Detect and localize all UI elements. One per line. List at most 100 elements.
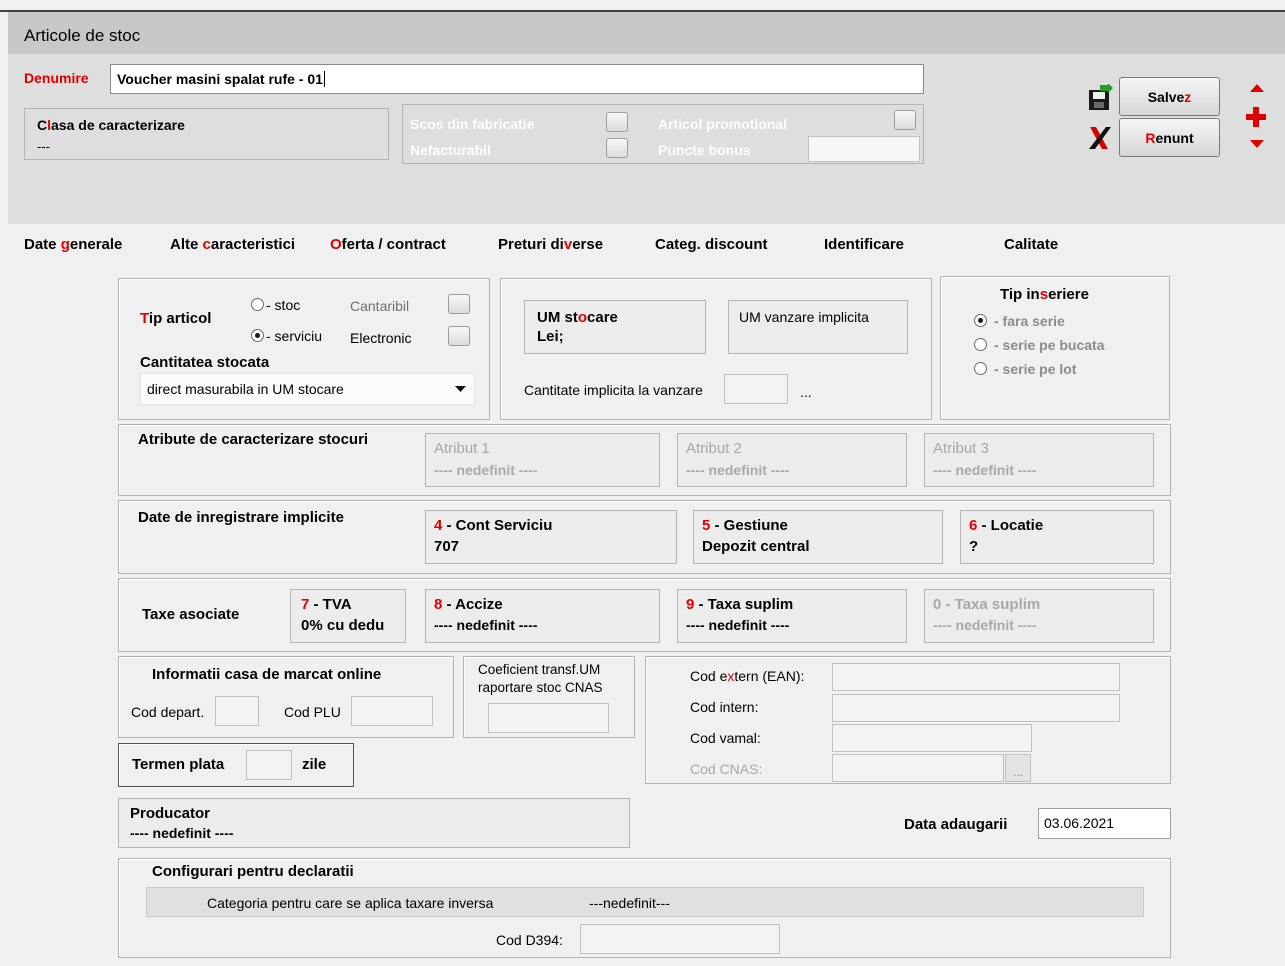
nefacturabil-checkbox[interactable] xyxy=(606,138,628,158)
cont-serviciu-box[interactable]: 4 - Cont Serviciu 707 xyxy=(425,510,677,564)
tab-categ-discount[interactable]: Categ. discount xyxy=(655,236,768,253)
gestiune-label: 5 - Gestiune xyxy=(702,517,788,534)
clasa-box[interactable]: Clasa de caracterizare --- xyxy=(24,108,389,160)
tab-alte-caracteristici[interactable]: Alte caracteristici xyxy=(170,236,295,253)
accize-label: 8 - Accize xyxy=(434,596,503,613)
cod-cnas-input[interactable] xyxy=(832,754,1004,782)
termen-unit: zile xyxy=(302,756,327,773)
termen-label: Termen plata xyxy=(132,756,225,773)
arrow-up-icon[interactable] xyxy=(1248,82,1266,94)
gestiune-value: Depozit central xyxy=(702,538,810,555)
denumire-label: Denumire xyxy=(24,70,89,86)
categoria-value: ---nedefinit--- xyxy=(589,895,670,911)
cod-extern-input[interactable] xyxy=(832,663,1120,691)
cod-cnas-label: Cod CNAS: xyxy=(690,761,763,777)
articol-promotional-checkbox[interactable] xyxy=(894,110,916,130)
taxa-suplim-0-box[interactable]: 0 - Taxa suplim ---- nedefinit ---- xyxy=(924,589,1154,643)
nefacturabil-label: Nefacturabil xyxy=(410,142,491,158)
denumire-input[interactable]: Voucher masini spalat rufe - 01 xyxy=(110,64,924,94)
puncte-bonus-input[interactable] xyxy=(808,136,920,162)
save-button[interactable]: Salve z xyxy=(1119,77,1220,116)
tab-calitate[interactable]: Calitate xyxy=(1004,236,1058,253)
categoria-label: Categoria pentru care se aplica taxare i… xyxy=(207,895,494,911)
cod-intern-label: Cod intern: xyxy=(690,699,759,715)
radio-stoc[interactable] xyxy=(251,298,264,311)
scos-checkbox[interactable] xyxy=(606,112,628,132)
um-vanzare-box[interactable]: UM vanzare implicita xyxy=(728,300,908,354)
coeficient-label-2: raportare stoc CNAS xyxy=(478,680,603,695)
um-stocare-box[interactable]: UM stocare Lei; xyxy=(524,300,706,354)
cod-plu-label: Cod PLU xyxy=(284,704,341,720)
radio-serie-pe-bucata[interactable] xyxy=(974,338,987,351)
atribut-1-label: Atribut 1 xyxy=(434,440,490,457)
tip-inseriere-title: Tip inseriere xyxy=(1000,286,1089,303)
radio-fara-serie-label: - fara serie xyxy=(994,313,1065,329)
dropdown-arrow-icon xyxy=(455,386,466,392)
atribut-1-value: ---- nedefinit ---- xyxy=(434,462,538,478)
cantaribil-checkbox[interactable] xyxy=(448,294,470,314)
um-vanzare-label: UM vanzare implicita xyxy=(739,309,869,325)
producator-label: Producator xyxy=(130,805,211,822)
cancel-button[interactable]: Renunt xyxy=(1119,118,1220,157)
cod-depart-input[interactable] xyxy=(215,696,259,726)
radio-fara-serie[interactable] xyxy=(974,314,987,327)
tip-articol-label: Tip articol xyxy=(140,310,212,327)
atribut-3[interactable]: Atribut 3 ---- nedefinit ---- xyxy=(924,433,1154,487)
cod-extern-label: Cod extern (EAN): xyxy=(690,668,805,684)
taxa-suplim-9-box[interactable]: 9 - Taxa suplim ---- nedefinit ---- xyxy=(677,589,907,643)
electronic-label: Electronic xyxy=(350,330,412,346)
atribut-2[interactable]: Atribut 2 ---- nedefinit ---- xyxy=(677,433,907,487)
declaratii-title: Configurari pentru declaratii xyxy=(152,863,354,880)
clasa-value: --- xyxy=(37,139,50,154)
tva-value: 0% cu dedu xyxy=(301,617,385,634)
tab-preturi-diverse[interactable]: Preturi diverse xyxy=(498,236,603,253)
accize-box[interactable]: 8 - Accize ---- nedefinit ---- xyxy=(425,589,660,643)
tab-identificare[interactable]: Identificare xyxy=(824,236,904,253)
taxe-title: Taxe asociate xyxy=(142,606,240,623)
producator-box[interactable]: Producator ---- nedefinit ---- xyxy=(118,798,630,848)
articol-promotional-label: Articol promotional xyxy=(658,116,788,132)
cantitate-implicita-ellipsis[interactable]: ... xyxy=(800,384,812,400)
cod-cnas-browse-button[interactable]: ... xyxy=(1005,754,1031,782)
atribut-3-label: Atribut 3 xyxy=(933,440,989,457)
gestiune-box[interactable]: 5 - Gestiune Depozit central xyxy=(693,510,943,564)
accize-value: ---- nedefinit ---- xyxy=(434,617,538,633)
cont-serviciu-value: 707 xyxy=(434,538,460,555)
radio-serie-pe-lot[interactable] xyxy=(974,362,987,375)
termen-input[interactable] xyxy=(246,750,292,780)
data-adaugarii-input[interactable]: 03.06.2021 xyxy=(1038,808,1171,839)
locatie-value: ? xyxy=(969,538,979,555)
um-stocare-label: UM stocare xyxy=(537,309,618,326)
radio-serviciu[interactable] xyxy=(251,329,264,342)
cont-serviciu-label: 4 - Cont Serviciu xyxy=(434,517,553,534)
cod-vamal-input[interactable] xyxy=(832,724,1032,752)
cantitate-implicita-input[interactable] xyxy=(724,374,788,404)
atribut-2-label: Atribut 2 xyxy=(686,440,742,457)
coeficient-label-1: Coeficient transf.UM xyxy=(478,662,601,677)
tva-label: 7 - TVA xyxy=(301,596,352,613)
tab-oferta-contract[interactable]: Oferta / contract xyxy=(330,236,446,253)
taxa-suplim-9-label: 9 - Taxa suplim xyxy=(686,596,794,613)
atribut-1[interactable]: Atribut 1 ---- nedefinit ---- xyxy=(425,433,660,487)
cod-depart-label: Cod depart. xyxy=(131,704,205,720)
tva-box[interactable]: 7 - TVA 0% cu dedu xyxy=(290,589,406,643)
electronic-checkbox[interactable] xyxy=(448,326,470,346)
scos-label: Scos din fabricatie xyxy=(410,116,535,132)
add-icon[interactable] xyxy=(1245,106,1267,128)
taxa-suplim-0-label: 0 - Taxa suplim xyxy=(933,596,1041,613)
cod-intern-input[interactable] xyxy=(832,694,1120,722)
taxa-suplim-9-value: ---- nedefinit ---- xyxy=(686,617,790,633)
cod-plu-input[interactable] xyxy=(351,696,433,726)
cod-d394-input[interactable] xyxy=(580,924,780,954)
tab-date-generale[interactable]: Date generale xyxy=(24,236,122,253)
producator-value: ---- nedefinit ---- xyxy=(130,825,234,841)
radio-serie-pe-bucata-label: - serie pe bucata xyxy=(994,337,1105,353)
coeficient-input[interactable] xyxy=(488,703,609,733)
arrow-down-icon[interactable] xyxy=(1248,138,1266,150)
cantitatea-select[interactable]: direct masurabila in UM stocare xyxy=(140,373,475,405)
cantaribil-label: Cantaribil xyxy=(350,298,410,314)
data-adaugarii-label: Data adaugarii xyxy=(904,816,1008,833)
locatie-box[interactable]: 6 - Locatie ? xyxy=(960,510,1154,564)
categoria-row[interactable]: Categoria pentru care se aplica taxare i… xyxy=(146,887,1144,917)
taxa-suplim-0-value: ---- nedefinit ---- xyxy=(933,617,1037,633)
